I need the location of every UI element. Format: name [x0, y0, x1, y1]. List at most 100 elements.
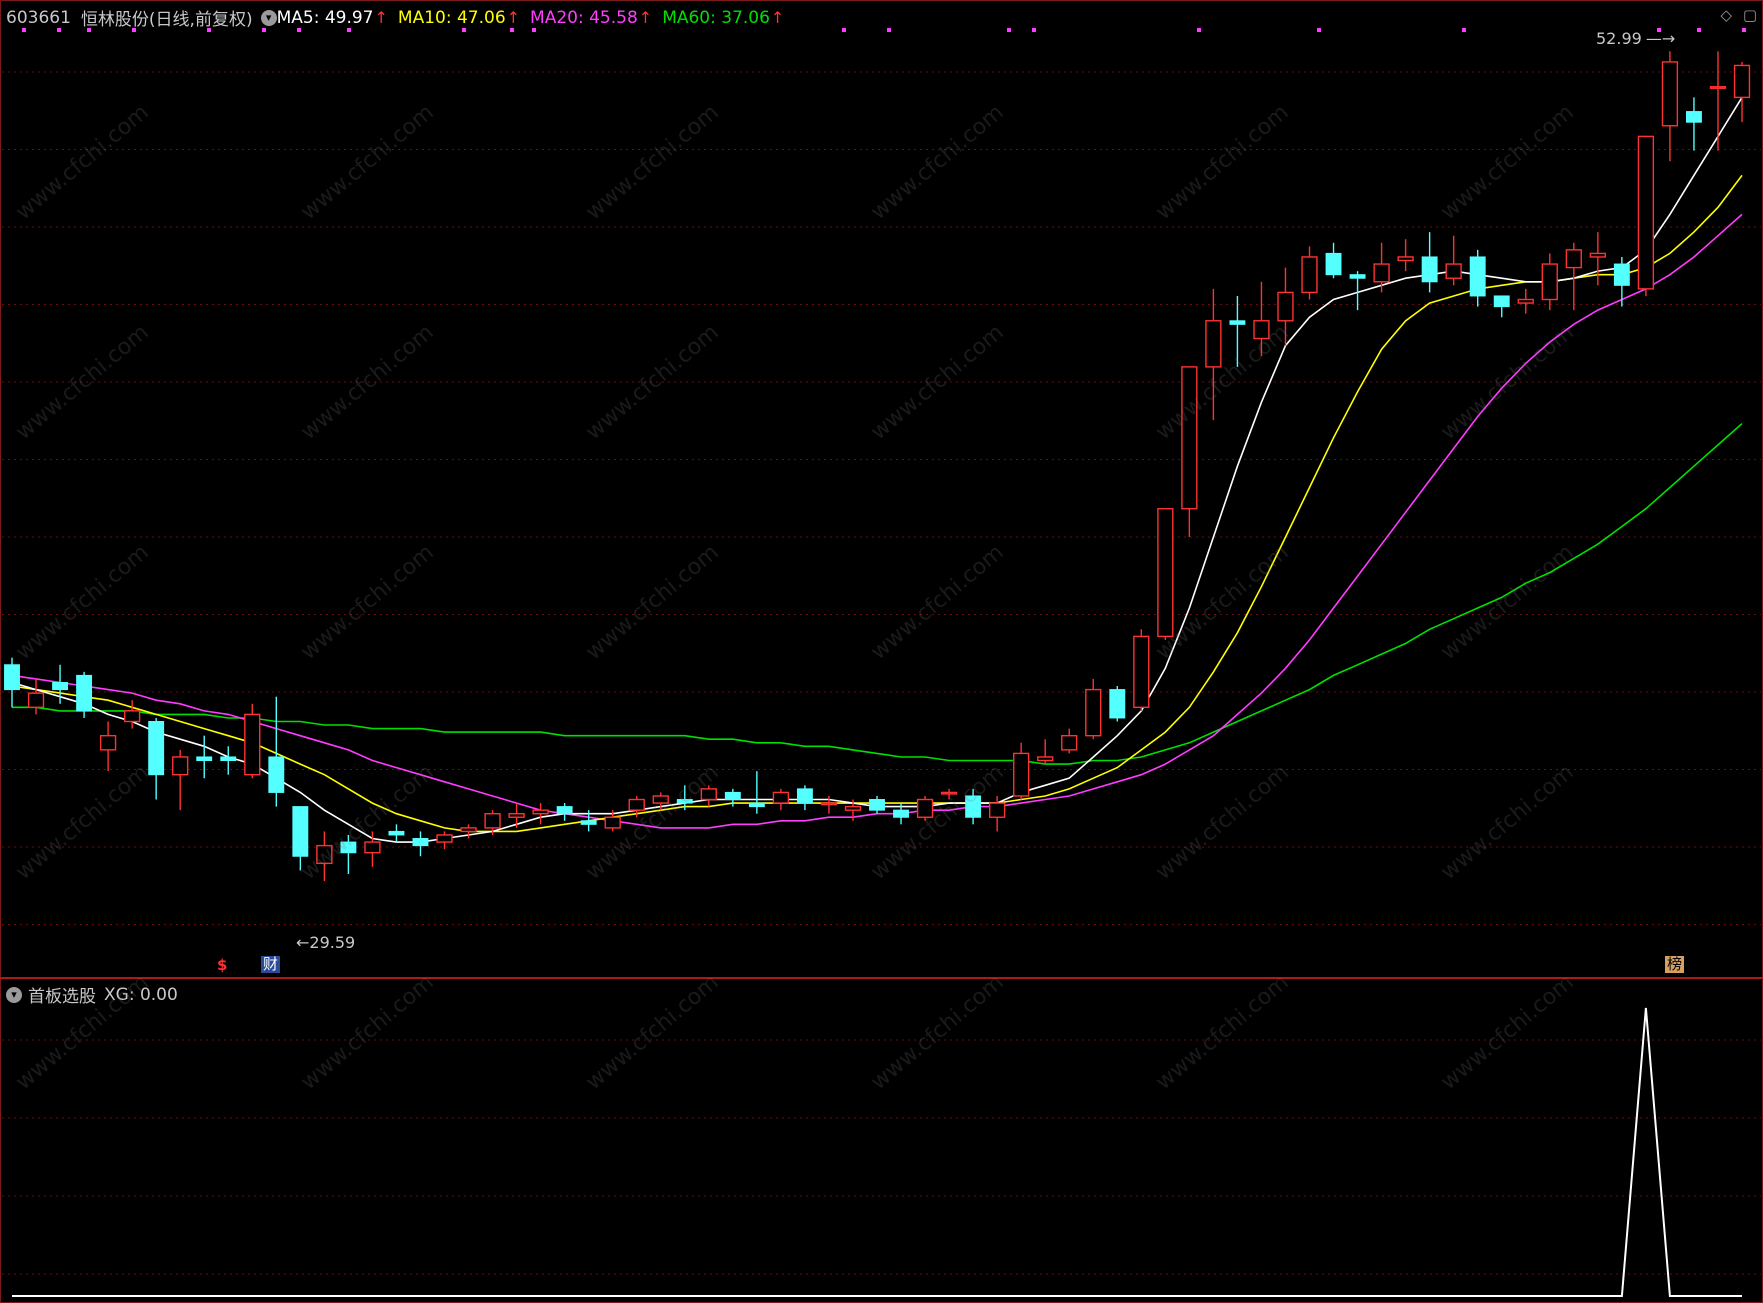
low-price-label: ←29.59 — [296, 933, 356, 952]
indicator-name: 首板选股 — [28, 987, 96, 1007]
window-icon[interactable]: ▢ — [1743, 6, 1757, 24]
candle — [244, 703, 261, 779]
candle-body — [148, 721, 165, 776]
candle — [1277, 267, 1294, 346]
candle — [1205, 288, 1222, 421]
candle-body — [604, 816, 621, 829]
candle-body — [1733, 64, 1751, 99]
chevron-down-icon[interactable]: ▾ — [6, 986, 22, 1003]
candle — [76, 671, 93, 718]
candle — [1253, 281, 1270, 357]
candle-body — [1085, 688, 1102, 737]
candle-body — [99, 734, 117, 751]
signal-dot — [887, 28, 891, 32]
ma10-label: MA10: 47.06 — [397, 7, 506, 28]
tag-bang[interactable]: 榜 — [1665, 956, 1685, 973]
candle-body — [1133, 635, 1150, 709]
indicator-panel[interactable] — [2, 980, 1761, 1301]
xg-line — [12, 1007, 1742, 1297]
candle — [772, 788, 790, 811]
candle — [1013, 742, 1030, 800]
candle-body — [1037, 756, 1054, 762]
candle-body — [1541, 263, 1558, 301]
candle — [1613, 256, 1630, 307]
candle-body — [820, 802, 838, 806]
signal-dot — [1697, 28, 1701, 32]
candle-body — [1349, 274, 1366, 279]
candle — [388, 824, 405, 843]
ma5-label: MA5: 49.97 — [276, 7, 374, 28]
candle — [1085, 678, 1102, 740]
candle-body — [196, 756, 213, 762]
candle — [1685, 97, 1702, 151]
ma60-label: MA60: 37.06 — [662, 7, 770, 28]
arrow-up-icon: ↑ — [770, 8, 785, 27]
indicator-header: ▾ 首板选股 XG: 0.00 — [6, 982, 178, 1007]
candle — [1109, 686, 1126, 722]
candle-body — [340, 841, 357, 854]
top-right-icons: ◇ ▢ — [1720, 6, 1757, 24]
candle-body — [508, 813, 525, 818]
candle-body — [652, 795, 669, 804]
candle-body — [532, 809, 549, 815]
candle-body — [628, 798, 645, 811]
candle — [1589, 232, 1606, 286]
candle-body — [436, 834, 453, 843]
candle-body — [965, 795, 982, 818]
candle — [1445, 235, 1462, 286]
candle-body — [388, 830, 405, 836]
candle-body — [4, 664, 20, 691]
ma20-label: MA20: 45.58 — [530, 7, 638, 28]
candle — [820, 795, 838, 814]
candlestick-chart[interactable] — [2, 2, 1761, 976]
candle-body — [1445, 263, 1462, 279]
candle-body — [772, 791, 790, 804]
candle-body — [123, 710, 141, 723]
candle-body — [700, 788, 717, 801]
candle-body — [316, 844, 333, 865]
candle-body — [1109, 689, 1126, 719]
ma60-line — [12, 423, 1743, 765]
stock-name: 恒林股份 — [80, 10, 149, 30]
candle — [220, 746, 237, 775]
candle — [748, 771, 765, 814]
candle — [1229, 295, 1246, 367]
candle-body — [27, 692, 45, 709]
candle-body — [1157, 508, 1174, 638]
candle — [412, 831, 429, 857]
candle-body — [1373, 263, 1390, 283]
candle-body — [1301, 256, 1318, 294]
candle-body — [556, 806, 573, 815]
candle — [1325, 242, 1342, 279]
candle — [1469, 249, 1486, 307]
candle — [1373, 242, 1390, 293]
candle-body — [1565, 249, 1582, 269]
candle-body — [1277, 291, 1294, 322]
candle — [27, 678, 45, 715]
candle-body — [172, 756, 189, 776]
candle-body — [1205, 320, 1222, 368]
candle-body — [869, 799, 885, 811]
candle-body — [412, 838, 429, 847]
candle-body — [1685, 111, 1702, 123]
candle-body — [1661, 61, 1679, 127]
indicator-chart[interactable] — [2, 980, 1761, 1301]
price-panel[interactable] — [2, 2, 1761, 976]
high-price-label: 52.99 —→ — [1596, 29, 1676, 48]
indicator-value: XG: 0.00 — [104, 984, 178, 1005]
candle-body — [676, 799, 693, 804]
candle-body — [1637, 135, 1655, 290]
arrow-up-icon: ↑ — [374, 8, 388, 27]
candle-body — [1061, 734, 1078, 751]
candle-body — [1325, 252, 1342, 276]
tag-cai[interactable]: 财 — [261, 956, 281, 973]
ma5-line — [11, 96, 1743, 843]
candle-body — [1253, 320, 1270, 340]
candle-body — [1709, 86, 1727, 89]
panel-divider[interactable] — [0, 977, 1763, 979]
diamond-icon[interactable]: ◇ — [1720, 6, 1732, 24]
candle-body — [460, 827, 477, 833]
tag-s[interactable]: $ — [215, 957, 229, 974]
chevron-down-icon[interactable]: ▾ — [260, 9, 277, 26]
candle-body — [364, 841, 381, 854]
